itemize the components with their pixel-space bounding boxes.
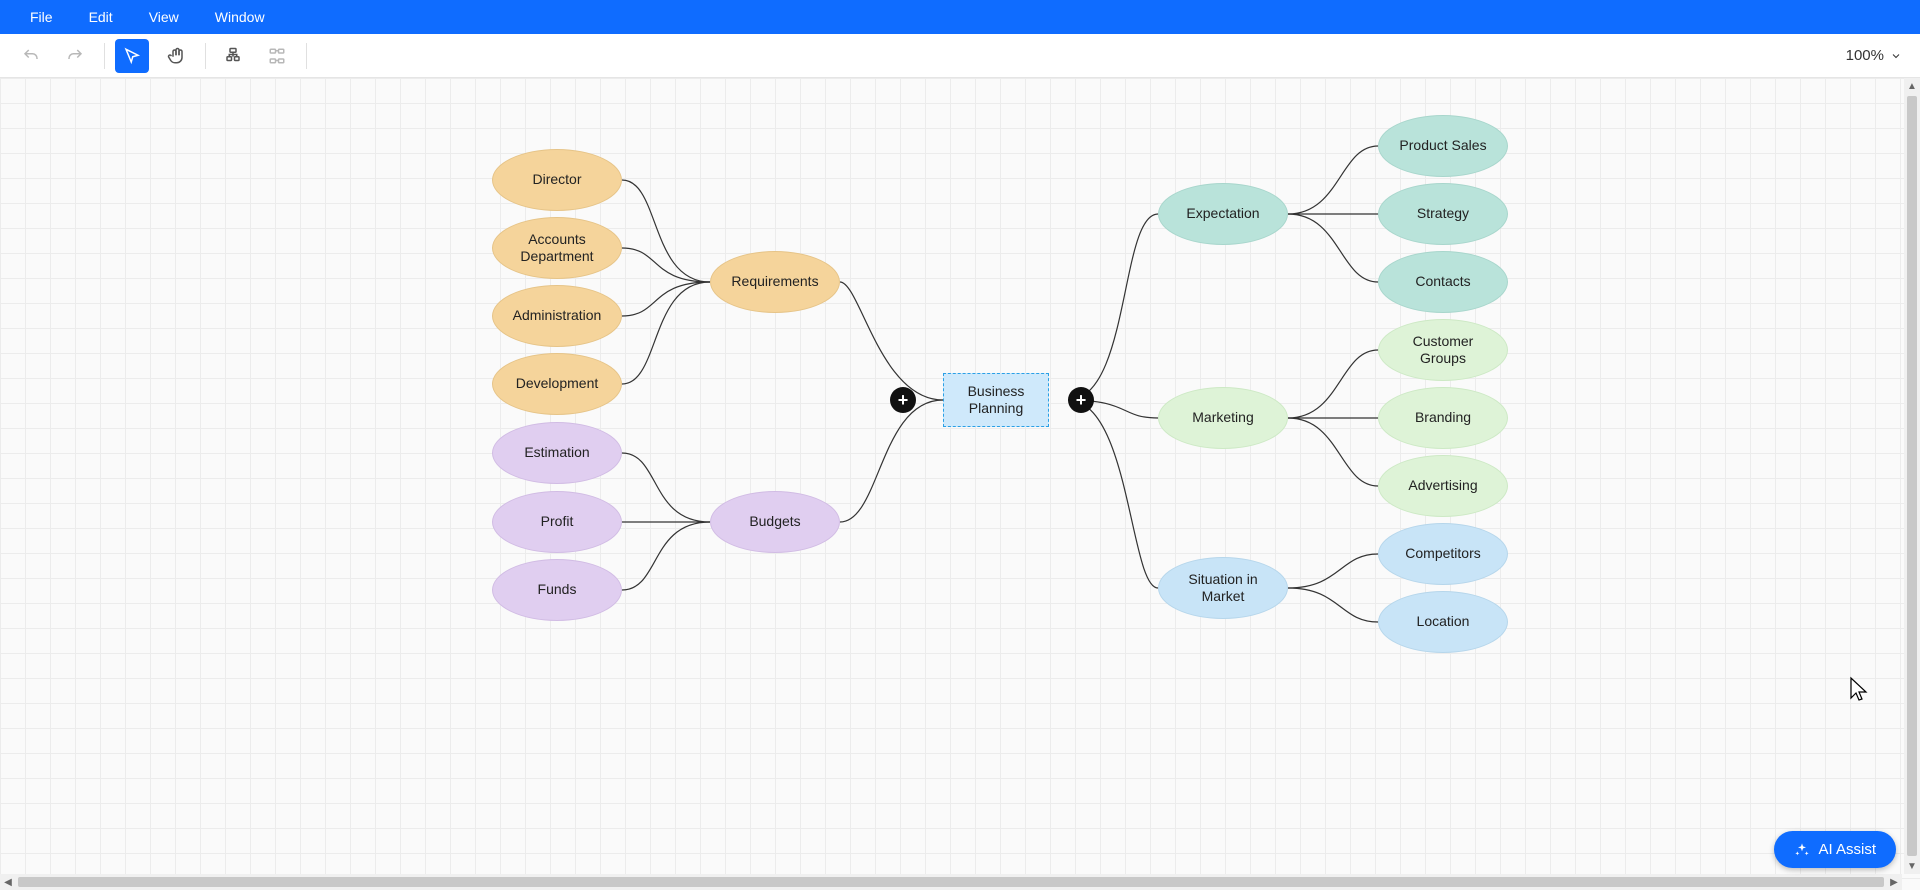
menu-window[interactable]: Window: [197, 9, 283, 25]
pan-tool-button[interactable]: [159, 39, 193, 73]
root-node[interactable]: Business Planning: [943, 373, 1049, 427]
menu-edit[interactable]: Edit: [71, 9, 131, 25]
separator: [104, 43, 105, 69]
add-left-button[interactable]: +: [890, 387, 916, 413]
separator: [306, 43, 307, 69]
node-strategy[interactable]: Strategy: [1378, 183, 1508, 245]
node-label: Advertising: [1408, 477, 1477, 495]
chevron-down-icon: [1890, 50, 1902, 62]
node-requirements[interactable]: Requirements: [710, 251, 840, 313]
scroll-down-icon[interactable]: ▼: [1904, 858, 1920, 874]
node-location[interactable]: Location: [1378, 591, 1508, 653]
undo-button[interactable]: [14, 39, 48, 73]
toolbar: 100%: [0, 34, 1920, 78]
node-product-sales[interactable]: Product Sales: [1378, 115, 1508, 177]
node-administration[interactable]: Administration: [492, 285, 622, 347]
node-label: Marketing: [1192, 409, 1253, 427]
canvas[interactable]: Business Planning + + Requirements Direc…: [0, 78, 1920, 890]
node-customer-groups[interactable]: Customer Groups: [1378, 319, 1508, 381]
scroll-up-icon[interactable]: ▲: [1904, 78, 1920, 94]
ai-assist-label: AI Assist: [1818, 841, 1876, 858]
scroll-right-icon[interactable]: ▶: [1886, 874, 1902, 890]
node-contacts[interactable]: Contacts: [1378, 251, 1508, 313]
separator: [205, 43, 206, 69]
node-label: Development: [516, 375, 599, 393]
node-label: Requirements: [731, 273, 818, 291]
add-child-icon: [224, 47, 242, 65]
zoom-value: 100%: [1846, 47, 1884, 64]
scroll-thumb[interactable]: [18, 877, 1884, 887]
node-accounts-department[interactable]: Accounts Department: [492, 217, 622, 279]
node-advertising[interactable]: Advertising: [1378, 455, 1508, 517]
node-label: Competitors: [1405, 545, 1480, 563]
node-label: Administration: [513, 307, 602, 325]
node-label: Product Sales: [1399, 137, 1486, 155]
add-child-button[interactable]: [216, 39, 250, 73]
node-label: Estimation: [524, 444, 589, 462]
grid-background: [0, 78, 1920, 890]
menu-bar: File Edit View Window: [0, 0, 1920, 34]
node-label: Expectation: [1186, 205, 1259, 223]
redo-icon: [66, 47, 84, 65]
node-label: Location: [1417, 613, 1470, 631]
node-competitors[interactable]: Competitors: [1378, 523, 1508, 585]
node-label: Situation in Market: [1188, 571, 1257, 606]
undo-icon: [22, 47, 40, 65]
node-label: Branding: [1415, 409, 1471, 427]
node-label: Funds: [538, 581, 577, 599]
node-marketing[interactable]: Marketing: [1158, 387, 1288, 449]
node-label: Profit: [541, 513, 574, 531]
node-label: Budgets: [749, 513, 800, 531]
node-label: Accounts Department: [520, 231, 593, 266]
add-right-button[interactable]: +: [1068, 387, 1094, 413]
pointer-icon: [123, 47, 141, 65]
node-budgets[interactable]: Budgets: [710, 491, 840, 553]
menu-view[interactable]: View: [131, 9, 197, 25]
node-funds[interactable]: Funds: [492, 559, 622, 621]
add-sibling-button[interactable]: [260, 39, 294, 73]
node-expectation[interactable]: Expectation: [1158, 183, 1288, 245]
node-label: Strategy: [1417, 205, 1469, 223]
node-branding[interactable]: Branding: [1378, 387, 1508, 449]
pointer-tool-button[interactable]: [115, 39, 149, 73]
scroll-thumb[interactable]: [1907, 96, 1917, 856]
node-estimation[interactable]: Estimation: [492, 422, 622, 484]
node-label: Director: [532, 171, 581, 189]
node-situation-in-market[interactable]: Situation in Market: [1158, 557, 1288, 619]
node-director[interactable]: Director: [492, 149, 622, 211]
node-label: Customer Groups: [1389, 333, 1497, 368]
hand-icon: [167, 47, 185, 65]
sparkle-icon: [1794, 842, 1810, 858]
vertical-scrollbar[interactable]: ▲ ▼: [1904, 78, 1920, 874]
menu-file[interactable]: File: [12, 9, 71, 25]
node-development[interactable]: Development: [492, 353, 622, 415]
add-sibling-icon: [268, 47, 286, 65]
root-label: Business Planning: [968, 383, 1025, 418]
node-label: Contacts: [1415, 273, 1470, 291]
scroll-left-icon[interactable]: ◀: [0, 874, 16, 890]
horizontal-scrollbar[interactable]: ◀ ▶: [0, 874, 1902, 890]
node-profit[interactable]: Profit: [492, 491, 622, 553]
ai-assist-button[interactable]: AI Assist: [1774, 831, 1896, 868]
zoom-dropdown[interactable]: 100%: [1846, 47, 1902, 64]
redo-button[interactable]: [58, 39, 92, 73]
